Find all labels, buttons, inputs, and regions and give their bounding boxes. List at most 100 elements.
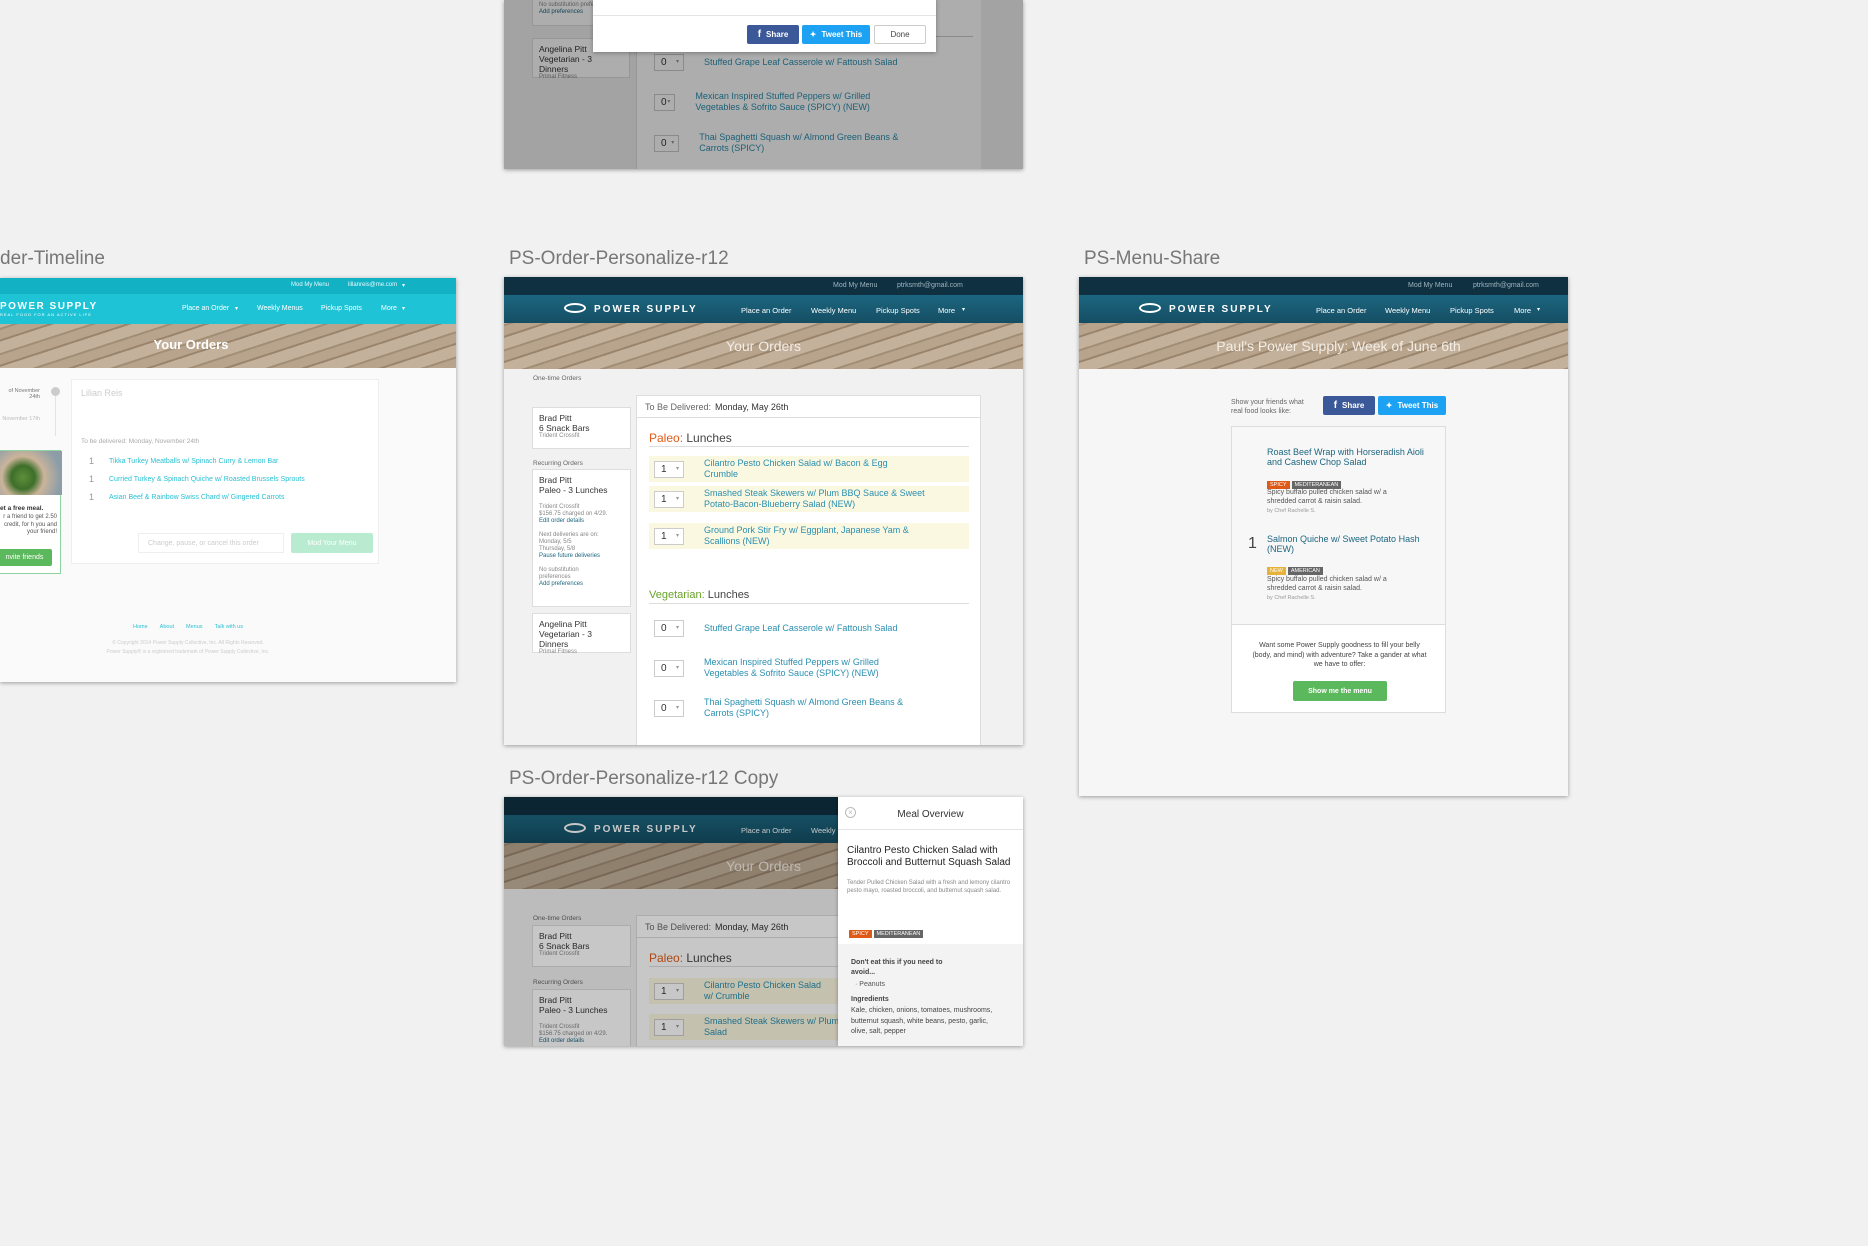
footer-link-menus[interactable]: Menus [186,624,203,630]
quantity-select[interactable]: 1 [654,527,684,545]
timeline-dot [51,387,60,396]
nav-pickup-spots[interactable]: Pickup Spots [1450,306,1494,315]
allergen-item: · Peanuts [855,981,885,988]
mod-your-menu-button[interactable]: Mod Your Menu [291,533,373,553]
nav-more[interactable]: More [381,305,397,312]
no-substitution-text: No substitution preferences [539,567,579,580]
nav-pickup-spots[interactable]: Pickup Spots [876,306,920,315]
order-card-brad-snacks[interactable]: Brad Pitt 6 Snack Bars Trident Crossfit [532,407,631,449]
mod-my-menu-link[interactable]: Mod My Menu [833,282,877,289]
account-menu[interactable]: ptrksmth@gmail.com [1473,282,1539,289]
tweet-button[interactable]: ✦ Tweet This [802,25,870,44]
artboard-personalize: Mod My Menu ptrksmth@gmail.com POWER SUP… [504,277,1023,745]
logo[interactable]: POWER SUPPLY REAL FOOD FOR AN ACTIVE LIF… [0,301,98,317]
chef-credit: by Chef Rachelle S. [1267,595,1316,601]
mod-my-menu-link[interactable]: Mod My Menu [291,282,329,288]
brand-name: POWER SUPPLY [594,304,698,315]
chevron-down-icon: ▾ [402,283,406,289]
done-button[interactable]: Done [874,25,926,44]
recurring-orders-heading: Recurring Orders [533,460,583,467]
footer-link-home[interactable]: Home [133,624,148,630]
menu-card: Roast Beef Wrap with Horseradish Aioli a… [1231,426,1446,713]
footer-link-about[interactable]: About [160,624,174,630]
nav-weekly-menu[interactable]: Weekly Menu [1385,306,1430,315]
chevron-down-icon: ▾ [1537,307,1541,313]
meal-row: 0 Thai Spaghetti Squash w/ Almond Green B… [649,695,969,721]
timeline-date-1: of November 24th [8,388,41,400]
meal-name-link[interactable]: Cilantro Pesto Chicken Salad w/ Bacon & … [704,458,924,480]
meal-name-link[interactable]: Thai Spaghetti Squash w/ Almond Green Be… [704,697,924,719]
customer-name: Angelina Pitt [539,619,587,629]
meal-name-link[interactable]: Smashed Steak Skewers w/ Plum BBQ Sauce … [704,488,944,510]
account-menu[interactable]: lillanreis@me.com [348,282,397,288]
meal-name-link[interactable]: Tikka Turkey Meatballs w/ Spinach Curry … [109,458,278,465]
meal-qty: 1 [89,474,95,484]
share-modal: f Share ✦ Tweet This Done [593,0,936,52]
nav-more[interactable]: More [938,306,955,315]
allergen-heading: Don't eat this if you need to avoid... [851,959,943,976]
tweet-button[interactable]: ✦ Tweet This [1378,396,1446,415]
quantity-select[interactable]: 0 [654,619,684,637]
order-card-angelina[interactable]: Angelina Pitt Vegetarian - 3 Dinners Pri… [532,613,631,655]
meal-name-link[interactable]: Asian Beef & Rainbow Swiss Chard w/ Ging… [109,494,284,501]
meal-title-link[interactable]: Salmon Quiche w/ Sweet Potato Hash (NEW) [1267,534,1427,554]
nav-weekly-menu[interactable]: Weekly Menu [811,306,856,315]
meal-row: 1 Cilantro Pesto Chicken Salad w/ Bacon &… [649,456,969,482]
nav-pickup-spots[interactable]: Pickup Spots [321,305,362,312]
footer-links: Home About Menus Talk with us [133,624,243,630]
deliver-date: To be delivered: Monday, November 24th [81,438,200,445]
meal-name-link[interactable]: Mexican Inspired Stuffed Peppers w/ Gril… [704,657,914,679]
meal-name-link[interactable]: Ground Pork Stir Fry w/ Eggplant, Japane… [704,525,934,547]
meal-panel: To Be Delivered: Monday, May 26th Paleo:… [636,395,981,745]
tag-new: NEW [1267,567,1286,575]
nav-place-order[interactable]: Place an Order [1316,306,1366,315]
tweet-label: Tweet This [821,30,863,39]
meal-title: Cilantro Pesto Chicken Salad with Brocco… [847,845,1011,868]
trademark: Power Supply® is a registered trademark … [106,649,270,655]
quantity-select[interactable]: 0 [654,659,684,677]
edit-order-link[interactable]: Edit order details [539,518,624,525]
mod-my-menu-link[interactable]: Mod My Menu [1408,282,1452,289]
logo[interactable]: POWER SUPPLY [564,303,698,315]
share-label: Share [1342,401,1365,410]
delivery-header: To Be Delivered: Monday, May 26th [637,396,980,418]
timeline-date-2: November 17th [2,416,40,422]
quantity-select[interactable]: 1 [654,460,684,478]
artboard-title-timeline: der-Timeline [0,248,105,269]
nav-more[interactable]: More [1514,306,1531,315]
facebook-share-button[interactable]: f Share [747,25,799,44]
meal-name-link[interactable]: Stuffed Grape Leaf Casserole w/ Fattoush… [704,623,897,634]
order-card-brad-paleo[interactable]: Brad Pitt Paleo - 3 Lunches Trident Cros… [532,469,631,607]
quantity-select[interactable]: 0 [654,699,684,717]
quantity-select[interactable]: 1 [654,490,684,508]
divider [649,603,969,604]
meal-description: Tender Pulled Chicken Salad with a fresh… [847,880,1011,894]
vegetarian-heading: Vegetarian: Lunches [649,589,749,601]
footer-link-contact[interactable]: Talk with us [215,624,243,630]
topbar: Mod My Menu ptrksmth@gmail.com [1079,277,1568,295]
artboard-title-menu-share: PS-Menu-Share [1084,248,1221,269]
navbar: POWER SUPPLY REAL FOOD FOR AN ACTIVE LIF… [0,294,456,324]
artboard-title-personalize: PS-Order-Personalize-r12 [509,248,729,269]
pause-deliveries-link[interactable]: Pause future deliveries [539,553,624,560]
add-preferences-link[interactable]: Add preferences [539,581,624,588]
gym-name: Primal Fitness [539,649,578,655]
copyright: © Copyright 2014 Power Supply Collective… [112,640,264,646]
nav-place-order[interactable]: Place an Order [182,305,229,312]
meal-name-link[interactable]: Curried Turkey & Spinach Quiche w/ Roast… [109,476,305,483]
deliver-date: Monday, May 26th [715,401,789,412]
nav-place-order[interactable]: Place an Order [741,306,791,315]
referral-card: et a free meal. r a friend to get 2.50 c… [0,450,62,574]
show-menu-button[interactable]: Show me the menu [1293,681,1387,701]
account-menu[interactable]: ptrksmth@gmail.com [897,282,963,289]
logo[interactable]: POWER SUPPLY [1139,303,1273,315]
drawer-divider [838,829,1023,830]
facebook-share-button[interactable]: f Share [1323,396,1375,415]
change-order-input[interactable]: Change, pause, or cancel this order [138,533,284,553]
hero-banner: Your Orders [0,324,456,368]
invite-friends-button[interactable]: nvite friends [0,549,52,566]
hero-banner: Paul's Power Supply: Week of June 6th [1079,323,1568,369]
meal-title-link[interactable]: Roast Beef Wrap with Horseradish Aioli a… [1267,447,1427,467]
chef-credit: by Chef Rachelle S. [1267,508,1316,514]
nav-weekly-menus[interactable]: Weekly Menus [257,305,303,312]
